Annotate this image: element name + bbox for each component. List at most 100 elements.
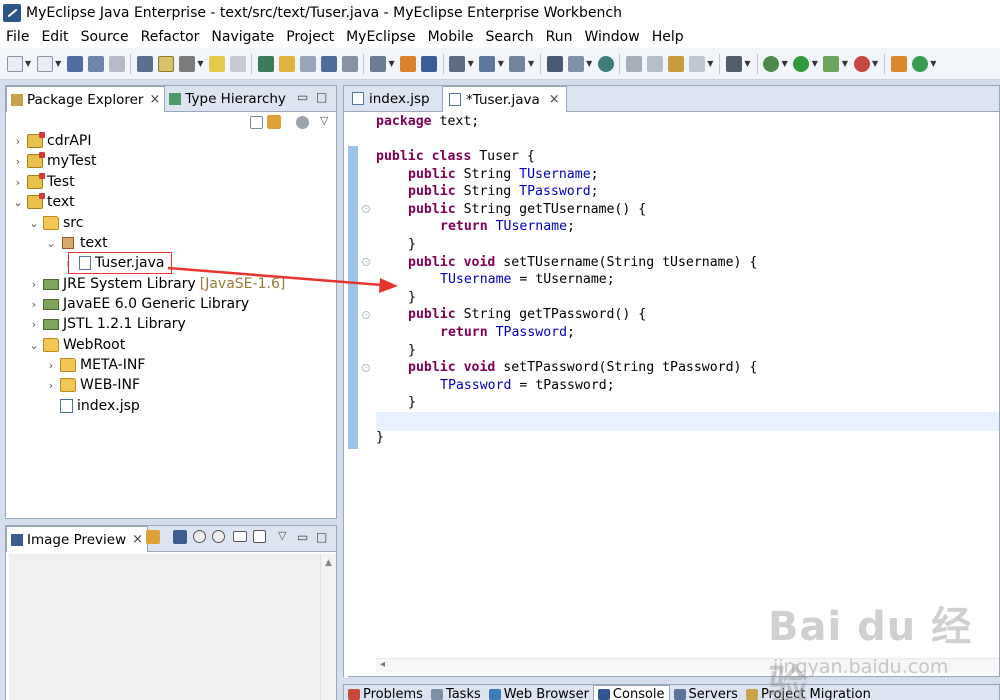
camera-dropdown-icon[interactable]: ▼ xyxy=(744,59,750,68)
coverage-dropdown-icon[interactable]: ▼ xyxy=(842,59,848,68)
chevron-right-icon[interactable]: › xyxy=(45,359,57,372)
view-menu-icon[interactable]: ▽ xyxy=(278,529,286,542)
tab-package-explorer[interactable]: Package Explorer × xyxy=(6,86,166,112)
chevron-down-icon[interactable]: ⌄ xyxy=(12,196,24,209)
tab-index-jsp[interactable]: index.jsp xyxy=(346,86,442,111)
folder-tool-icon[interactable] xyxy=(625,55,642,72)
run-dropdown-icon[interactable]: ▼ xyxy=(812,59,818,68)
settings-dropdown-icon[interactable]: ▼ xyxy=(468,59,474,68)
settings-icon[interactable] xyxy=(449,55,466,72)
document-icon[interactable] xyxy=(567,55,584,72)
deploy-dropdown-icon[interactable]: ▼ xyxy=(388,59,394,68)
fit-window-icon[interactable] xyxy=(252,530,266,543)
deploy-icon[interactable] xyxy=(369,55,386,72)
menu-navigate[interactable]: Navigate xyxy=(205,26,280,48)
hierarchy-icon[interactable] xyxy=(546,55,563,72)
debug-icon[interactable] xyxy=(763,55,780,72)
menu-file[interactable]: File xyxy=(0,26,35,48)
tree-item-text-project[interactable]: ⌄ text xyxy=(12,192,75,212)
coverage-icon[interactable] xyxy=(823,55,840,72)
tab-tuser-java[interactable]: *Tuser.java × xyxy=(442,86,567,112)
menu-source[interactable]: Source xyxy=(75,26,135,48)
debug-dropdown-icon[interactable]: ▼ xyxy=(782,59,788,68)
new-class-icon[interactable] xyxy=(890,55,907,72)
edit-icon[interactable] xyxy=(229,55,246,72)
image-icon[interactable] xyxy=(667,55,684,72)
maximize-icon[interactable]: □ xyxy=(316,530,327,544)
minimize-icon[interactable]: ▭ xyxy=(297,530,308,544)
globe-icon[interactable] xyxy=(597,55,614,72)
menu-myeclipse[interactable]: MyEclipse xyxy=(340,26,421,48)
server-icon[interactable] xyxy=(479,55,496,72)
view-menu-icon[interactable]: ▽ xyxy=(320,114,328,127)
zoom-in-icon[interactable] xyxy=(211,530,225,543)
save-icon[interactable] xyxy=(66,55,83,72)
marker-icon[interactable] xyxy=(278,55,295,72)
tree-item-meta-inf[interactable]: › META-INF xyxy=(45,355,146,375)
block-select-icon[interactable] xyxy=(320,55,337,72)
tree-item-webroot[interactable]: ⌄ WebRoot xyxy=(28,335,125,355)
menu-refactor[interactable]: Refactor xyxy=(135,26,206,48)
print-icon[interactable] xyxy=(108,55,125,72)
menu-mobile[interactable]: Mobile xyxy=(422,26,480,48)
new-project-icon[interactable] xyxy=(36,55,53,72)
minimize-icon[interactable]: ▭ xyxy=(297,90,308,104)
document-dropdown-icon[interactable]: ▼ xyxy=(586,59,592,68)
scroll-up-icon[interactable]: ▲ xyxy=(321,558,336,568)
collapse-all-icon[interactable] xyxy=(249,116,263,129)
link-with-editor-icon[interactable] xyxy=(266,115,281,129)
vertical-scrollbar[interactable]: ▲ xyxy=(320,554,336,700)
zoom-out-icon[interactable] xyxy=(192,530,206,543)
actual-size-icon[interactable] xyxy=(232,531,247,542)
refresh-icon[interactable] xyxy=(911,55,928,72)
server-dropdown-icon[interactable]: ▼ xyxy=(498,59,504,68)
tab-tasks[interactable]: Tasks xyxy=(427,685,485,700)
fold-icon[interactable]: – xyxy=(362,205,370,213)
tree-item-jre-library[interactable]: › JRE System Library [JavaSE-1.6] xyxy=(28,274,286,294)
chevron-right-icon[interactable]: › xyxy=(28,298,40,311)
wizard-icon[interactable] xyxy=(509,55,526,72)
chevron-right-icon[interactable]: › xyxy=(28,278,40,291)
save-all-icon[interactable] xyxy=(87,55,104,72)
menu-search[interactable]: Search xyxy=(480,26,540,48)
menu-project[interactable]: Project xyxy=(280,26,340,48)
menu-window[interactable]: Window xyxy=(578,26,645,48)
jump-icon[interactable] xyxy=(299,55,316,72)
show-whitespace-icon[interactable] xyxy=(341,55,358,72)
chevron-down-icon[interactable]: ⌄ xyxy=(28,339,40,352)
new-dropdown-icon[interactable]: ▼ xyxy=(25,59,31,68)
build-dropdown-icon[interactable]: ▼ xyxy=(197,59,203,68)
external-tools-dropdown-icon[interactable]: ▼ xyxy=(872,59,878,68)
clipboard-icon[interactable] xyxy=(646,55,663,72)
tree-item-mytest[interactable]: › myTest xyxy=(12,151,97,171)
scroll-left-icon[interactable]: ◂ xyxy=(380,659,385,670)
run-icon[interactable] xyxy=(793,55,810,72)
build-icon[interactable] xyxy=(178,55,195,72)
tab-console[interactable]: Console xyxy=(592,685,670,700)
wizard-dropdown-icon[interactable]: ▼ xyxy=(528,59,534,68)
tree-item-src[interactable]: ⌄ src xyxy=(28,213,83,233)
close-icon[interactable]: × xyxy=(132,532,143,547)
tree-item-index-jsp[interactable]: index.jsp xyxy=(45,396,140,416)
tree-item-text-package[interactable]: ⌄ text xyxy=(45,233,107,253)
tree-item-web-inf[interactable]: › WEB-INF xyxy=(45,375,140,395)
tree-item-cdrapi[interactable]: › cdrAPI xyxy=(12,131,92,151)
menu-run[interactable]: Run xyxy=(540,26,579,48)
code-area[interactable]: package text; public class Tuser { publi… xyxy=(376,113,999,653)
chevron-right-icon[interactable]: › xyxy=(12,155,24,168)
pin-icon[interactable] xyxy=(257,55,274,72)
tab-problems[interactable]: Problems xyxy=(344,685,427,700)
camera-icon[interactable] xyxy=(725,55,742,72)
chevron-down-icon[interactable]: ⌄ xyxy=(45,237,57,250)
close-icon[interactable]: × xyxy=(149,92,160,107)
new-icon[interactable] xyxy=(6,55,23,72)
tab-servers[interactable]: Servers xyxy=(670,685,742,700)
fold-icon[interactable]: – xyxy=(362,311,370,319)
tree-item-jstl-library[interactable]: › JSTL 1.2.1 Library xyxy=(28,314,186,334)
new-project-dropdown-icon[interactable]: ▼ xyxy=(55,59,61,68)
menu-edit[interactable]: Edit xyxy=(35,26,74,48)
tree-item-javaee-library[interactable]: › JavaEE 6.0 Generic Library xyxy=(28,294,249,314)
view-settings-icon[interactable] xyxy=(295,116,309,129)
sync-icon[interactable] xyxy=(145,530,160,544)
chevron-right-icon[interactable]: › xyxy=(28,318,40,331)
